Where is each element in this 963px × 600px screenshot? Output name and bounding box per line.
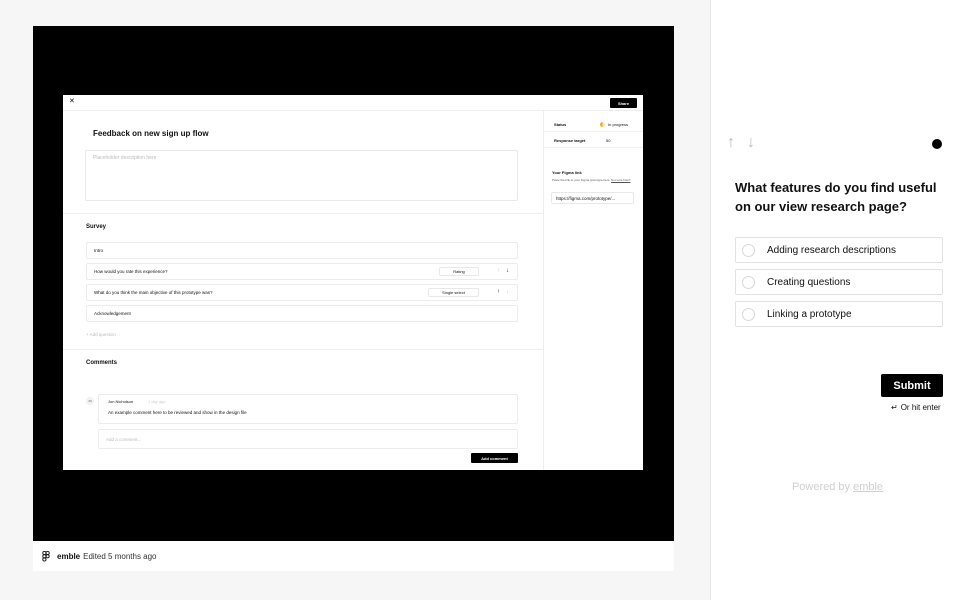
status-value[interactable]: In progress (600, 121, 629, 127)
description-field[interactable]: Placeholder description here (85, 150, 518, 201)
question-row-single-select[interactable]: What do you think the main objective of … (86, 284, 518, 301)
question-type-badge[interactable]: Single select (428, 288, 479, 297)
survey-heading: Survey (86, 224, 107, 230)
brand-link[interactable]: emble (853, 481, 883, 493)
status-label: Status (554, 121, 567, 127)
figma-embed-pane: ✕ Share Feedback on new sign up flow Pla… (0, 0, 710, 600)
question-text: Intro (94, 248, 104, 253)
embed-footer: emble Edited 5 months ago (33, 541, 674, 571)
radio-icon[interactable] (742, 275, 755, 289)
divider (63, 349, 543, 350)
powered-by-text: Powered by (791, 481, 851, 493)
enter-hint: ↵ Or hit enter (891, 403, 941, 412)
edited-timestamp: Edited 5 months ago (83, 551, 157, 561)
arrow-down-icon[interactable]: ↓ (506, 267, 509, 276)
arrow-up-icon[interactable]: ↑ (497, 267, 500, 276)
figma-link-title: Your Figma link (552, 170, 582, 175)
option-creating-questions[interactable]: Creating questions (735, 269, 943, 295)
close-icon[interactable]: ✕ (69, 98, 75, 106)
figma-link-hint: Paste the link to your Figma prototype h… (552, 178, 642, 182)
reorder-controls: ↑ ↓ (497, 288, 509, 297)
response-target-label: Response target (554, 137, 586, 143)
question-text: What do you think the main objective of … (94, 290, 213, 295)
comment-author: Jon Nicholson (108, 399, 134, 404)
reorder-controls: ↑ ↓ (497, 267, 509, 276)
prototype-main: Feedback on new sign up flow Placeholder… (63, 111, 543, 470)
comments-heading: Comments (86, 360, 118, 366)
figma-url-input[interactable]: https://figma.com/prototype/... (551, 192, 634, 204)
question-text: Acknowledgement (94, 311, 131, 316)
question-row-acknowledgement[interactable]: Acknowledgement (86, 305, 518, 322)
radio-icon[interactable] (742, 243, 755, 257)
arrow-down-icon[interactable]: ↓ (747, 134, 755, 152)
share-button[interactable]: Share (610, 98, 637, 108)
response-target-value[interactable]: 50 (606, 138, 610, 143)
comment-text: An example comment here to be reviewed a… (108, 410, 247, 415)
figma-logo-icon (42, 550, 50, 562)
enter-key-icon: ↵ (891, 403, 898, 412)
figma-link-hint-text: Paste the link to your Figma prototype h… (552, 178, 611, 182)
response-target-row: Response target 50 (544, 133, 643, 148)
add-question-button[interactable]: + Add question (86, 332, 116, 337)
enter-hint-text: Or hit enter (900, 403, 941, 412)
figma-embed-frame[interactable]: ✕ Share Feedback on new sign up flow Pla… (33, 26, 674, 541)
prototype-topbar: ✕ Share (63, 95, 643, 111)
status-row: Status In progress (544, 117, 643, 132)
option-linking-a-prototype[interactable]: Linking a prototype (735, 301, 943, 327)
comment-input[interactable]: Add a comment... (98, 429, 518, 449)
status-text: In progress (608, 121, 629, 127)
survey-question: What features do you find useful on our … (735, 180, 937, 214)
arrow-up-icon[interactable]: ↑ (727, 134, 735, 152)
status-dot-icon (600, 121, 605, 127)
question-text: How would you rate this experience? (94, 269, 168, 274)
option-label: Adding research descriptions (767, 244, 896, 256)
option-adding-research-descriptions[interactable]: Adding research descriptions (735, 237, 943, 263)
question-row-intro[interactable]: Intro (86, 242, 518, 259)
prototype-screen: ✕ Share Feedback on new sign up flow Pla… (63, 95, 643, 470)
option-label: Creating questions (767, 276, 851, 288)
radio-icon[interactable] (742, 307, 755, 321)
add-comment-button[interactable]: Add comment (471, 453, 518, 463)
arrow-down-icon[interactable]: ↓ (506, 288, 509, 297)
divider (63, 213, 543, 214)
progress-dot (932, 139, 942, 149)
prototype-sidebar: Status In progress Response target 50 Yo… (543, 111, 643, 470)
option-label: Linking a prototype (767, 308, 852, 320)
org-name[interactable]: emble (57, 552, 80, 561)
figma-link-help-link[interactable]: Not sure how? (611, 178, 630, 182)
survey-panel: ↑ ↓ What features do you find useful on … (710, 0, 963, 600)
research-title: Feedback on new sign up flow (93, 129, 209, 138)
question-type-badge[interactable]: Rating (439, 267, 479, 276)
arrow-up-icon[interactable]: ↑ (497, 288, 500, 297)
question-nav: ↑ ↓ (727, 134, 755, 152)
powered-by: Powered by emble (711, 481, 963, 493)
submit-button[interactable]: Submit (881, 374, 943, 397)
comment-date: 1 day ago (148, 399, 166, 404)
comment-card: Jon Nicholson 1 day ago An example comme… (98, 394, 518, 424)
question-row-rating[interactable]: How would you rate this experience? Rati… (86, 263, 518, 280)
avatar: JN (86, 397, 94, 405)
